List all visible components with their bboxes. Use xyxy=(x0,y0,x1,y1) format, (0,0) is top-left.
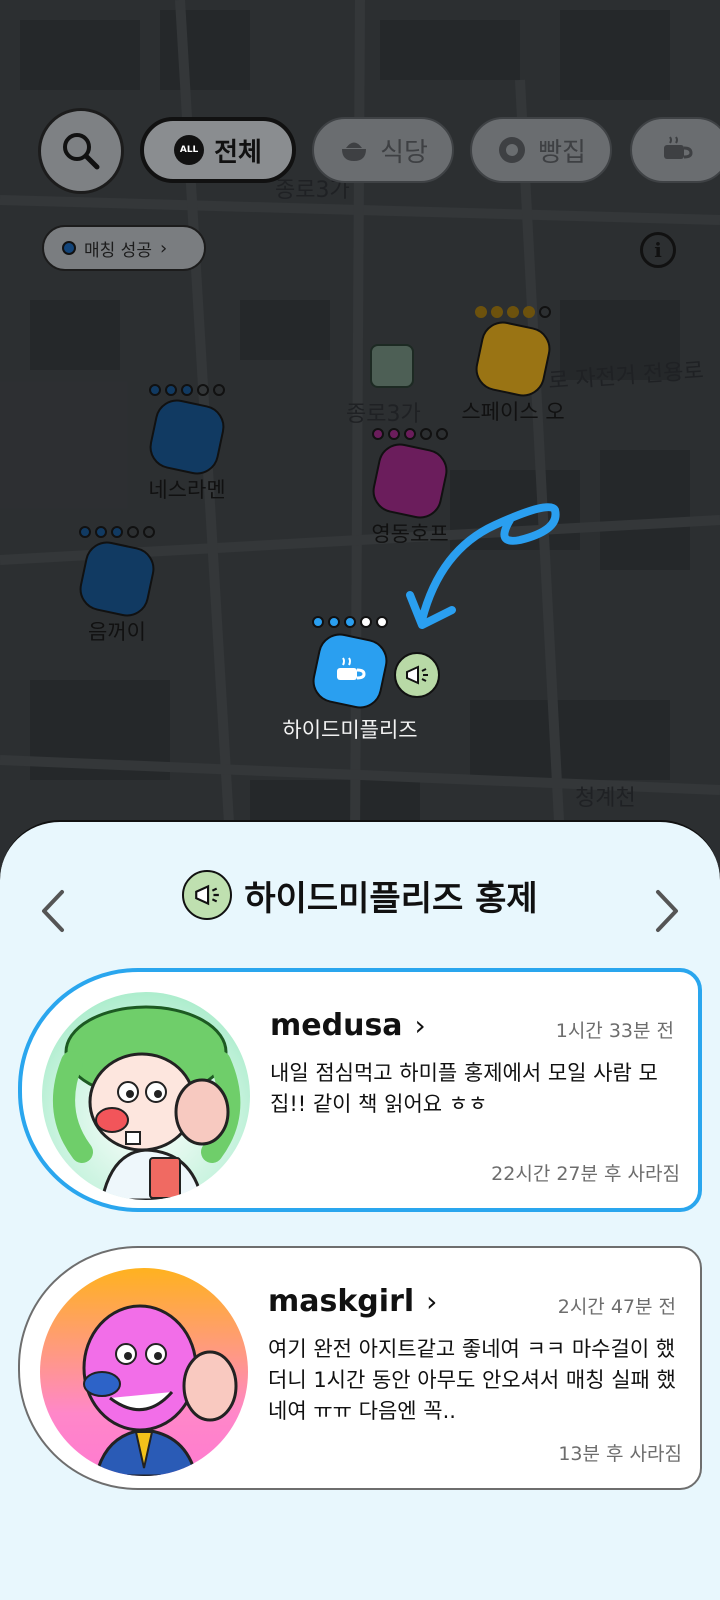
place-name: 하이드미플리즈 xyxy=(282,718,418,742)
megaphone-icon[interactable] xyxy=(394,652,440,698)
medusa-avatar-illustration xyxy=(53,1005,241,1200)
place-name: 스페이스 오 xyxy=(461,400,565,424)
avatar[interactable] xyxy=(40,1268,248,1476)
rating-dots xyxy=(345,428,475,444)
post-expiry: 13분 후 사라짐 xyxy=(558,1443,682,1465)
map-street-label: 종로3가 xyxy=(346,402,421,427)
place-name: 네스라멘 xyxy=(148,478,226,502)
chevron-right-icon: › xyxy=(414,1009,426,1042)
sheet-header: 하이드미플리즈 홍제 xyxy=(0,870,720,920)
post-card[interactable]: maskgirl › 2시간 47분 전 여기 완전 아지트같고 좋네여 ㅋㅋ … xyxy=(18,1246,702,1490)
search-icon xyxy=(63,133,100,170)
username-link[interactable]: medusa › xyxy=(270,1008,426,1043)
map-place-marker[interactable]: 네스라멘 xyxy=(122,384,252,504)
map-street-label: 청계천 xyxy=(575,786,636,811)
megaphone-icon xyxy=(182,870,233,920)
chevron-right-icon: › xyxy=(159,237,168,259)
post-time: 2시간 47분 전 xyxy=(557,1296,676,1318)
restaurant-marker-icon xyxy=(145,395,229,479)
search-button[interactable] xyxy=(38,108,124,194)
megaphone-glyph-icon xyxy=(406,665,428,685)
chevron-right-icon: › xyxy=(426,1285,438,1318)
post-time: 1시간 33분 전 xyxy=(555,1020,674,1042)
info-button[interactable]: i xyxy=(640,232,676,268)
maskgirl-avatar-illustration xyxy=(82,1304,238,1476)
post-message: 여기 완전 아지트같고 좋네여 ㅋㅋ 마수걸이 했더니 1시간 동안 아무도 안… xyxy=(268,1337,676,1423)
filter-chip-bakery[interactable]: 빵집 xyxy=(470,117,612,183)
map-place-marker[interactable]: 스페이스 오 xyxy=(448,306,578,426)
match-success-filter[interactable]: 매칭 성공 › xyxy=(42,225,206,271)
filter-chip-label: 전체 xyxy=(214,137,262,168)
rating-dots xyxy=(448,306,578,322)
bread-icon xyxy=(499,137,526,163)
rice-bowl-icon xyxy=(342,142,367,161)
filter-chip-label: 식당 xyxy=(380,137,428,168)
match-pill-label: 매칭 성공 xyxy=(84,240,152,261)
username-link[interactable]: maskgirl › xyxy=(268,1284,437,1319)
filter-chip-label: 빵집 xyxy=(538,137,586,168)
rating-dots xyxy=(52,526,182,542)
filter-chip-all[interactable]: ALL 전체 xyxy=(140,117,296,183)
match-dot-icon xyxy=(62,241,76,255)
place-title: 하이드미플리즈 홍제 xyxy=(244,878,538,919)
rating-dots xyxy=(122,384,252,400)
map-view[interactable]: 종로3가 종로3가 로 자전거 전용로 청계천 ALL 전체 식당 빵집 매칭 xyxy=(0,0,720,840)
coffee-cup-icon xyxy=(664,136,693,159)
post-message: 내일 점심먹고 하미플 홍제에서 모일 사람 모집!! 같이 책 읽어요 ㅎㅎ xyxy=(270,1061,658,1116)
map-place-marker[interactable]: 음꺼이 xyxy=(52,526,182,646)
avatar[interactable] xyxy=(42,992,250,1200)
info-icon: i xyxy=(654,238,662,262)
filter-chip-cafe[interactable] xyxy=(630,117,720,183)
subway-station-icon xyxy=(370,344,414,388)
username: maskgirl xyxy=(268,1284,415,1319)
all-badge-icon: ALL xyxy=(174,135,205,165)
coffee-cup-icon xyxy=(337,657,366,680)
post-expiry: 22시간 27분 후 사라짐 xyxy=(491,1163,680,1185)
restaurant-marker-icon xyxy=(471,317,555,401)
post-card[interactable]: medusa › 1시간 33분 전 내일 점심먹고 하미플 홍제에서 모일 사… xyxy=(18,968,702,1212)
pointer-arrow-icon xyxy=(406,503,560,629)
username: medusa xyxy=(270,1008,403,1043)
filter-chip-restaurant[interactable]: 식당 xyxy=(312,117,454,183)
megaphone-glyph-icon xyxy=(195,884,220,906)
place-name: 음꺼이 xyxy=(88,620,146,644)
pub-marker-icon xyxy=(75,537,159,621)
cafe-marker-icon xyxy=(308,629,392,713)
